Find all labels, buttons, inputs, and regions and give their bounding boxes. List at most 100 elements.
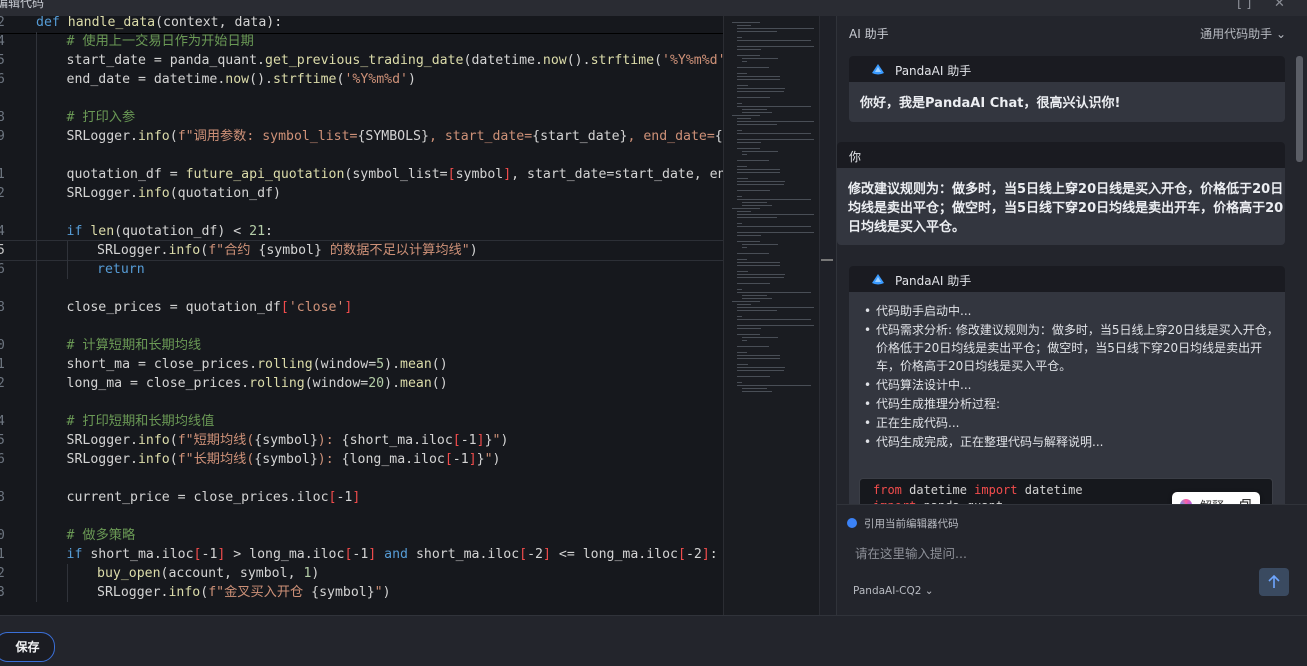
checkbox-checked-icon[interactable] (847, 518, 857, 528)
minimap-line (737, 124, 777, 126)
code-line[interactable]: 2 def handle_data(context, data): (0, 16, 723, 32)
code-line[interactable] (0, 507, 723, 526)
editor-scrollbar[interactable] (819, 16, 833, 615)
minimap-line (737, 73, 747, 75)
question-input[interactable]: 请在这里输入提问... (855, 543, 967, 562)
minimap-line (742, 58, 778, 60)
code-line[interactable]: 3 SRLogger.info(f"金叉买入开仓 {symbol}") (0, 583, 723, 602)
list-item: 代码生成完成，正在整理代码与解释说明... (860, 433, 1280, 451)
assistant-message: PandaAI 助手 代码助手启动中... 代码需求分析: 修改建议规则为：做多… (849, 266, 1285, 504)
code-text: # 做多策略 (66, 528, 136, 543)
minimap-line (737, 310, 777, 312)
code-editor[interactable]: 2 def handle_data(context, data): 4 # 使用上一交… (0, 16, 723, 615)
code-line[interactable]: 8 # 打印入参 (0, 108, 723, 127)
indent-guide (36, 431, 37, 450)
minimap-line (737, 28, 814, 30)
code-line[interactable] (0, 89, 723, 108)
code-line[interactable] (0, 469, 723, 488)
line-number: 1 (0, 547, 5, 562)
code-line[interactable]: 6 return (0, 260, 723, 279)
minimap-line (742, 112, 772, 114)
code-line[interactable]: 2 SRLogger.info(quotation_df) (0, 184, 723, 203)
close-icon[interactable]: ✕ (1274, 0, 1285, 11)
indent-guide (36, 260, 37, 279)
editor-minimap[interactable] (723, 16, 819, 615)
code-line[interactable]: 6 SRLogger.info(f"长期均线({symbol}): {long_m… (0, 450, 723, 469)
send-button[interactable] (1259, 568, 1289, 596)
minimap-line (737, 103, 743, 105)
chat-messages[interactable]: PandaAI 助手 你好，我是PandaAI Chat，很高兴认识你! 你 修… (837, 50, 1297, 504)
line-number: 9 (0, 129, 5, 144)
minimap-line (737, 241, 761, 243)
code-text: # 打印入参 (66, 110, 136, 125)
explain-button[interactable]: 解释 (1200, 497, 1224, 504)
code-line[interactable]: 2 buy_open(account, symbol, 1) (0, 564, 723, 583)
indent-guide (36, 279, 37, 298)
code-line[interactable]: 0 # 计算短期和长期均线 (0, 336, 723, 355)
minimap-line (742, 202, 768, 204)
code-line[interactable]: 4 # 使用上一交易日作为开始日期 (0, 32, 723, 51)
minimap-line (737, 304, 751, 306)
window-title: 编辑代码 (0, 0, 45, 10)
indent-guide (36, 108, 37, 127)
minimap-line (737, 133, 811, 135)
indent-guide (66, 241, 68, 260)
code-line[interactable] (0, 317, 723, 336)
list-item: 代码生成推理分析过程: (860, 395, 1280, 413)
minimap-line (737, 88, 785, 90)
code-line[interactable]: 5 SRLogger.info(f"合约 {symbol} 的数据不足以计算均线"… (0, 240, 723, 261)
minimap-line (737, 118, 751, 120)
maximize-icon[interactable]: [ ] (1237, 0, 1251, 11)
assistant-mode-label: 通用代码助手 (1200, 27, 1273, 41)
message-text: 你好，我是PandaAI Chat，很高兴认识你! (860, 96, 1121, 111)
code-line[interactable]: 4 # 打印短期和长期均线值 (0, 412, 723, 431)
indent-guide (36, 583, 37, 602)
bottom-bar: 保存 (0, 615, 1307, 666)
minimap-line (737, 370, 784, 372)
code-line[interactable] (0, 279, 723, 298)
minimap-line (737, 196, 743, 198)
message-text-line: 修改建议规则为：做多时，当5日线上穿20日线是买入开仓，价格低于20日 (848, 182, 1284, 197)
code-line[interactable]: 5 start_date = panda_quant.get_previous_t… (0, 51, 723, 70)
list-item: 代码需求分析: 修改建议规则为：做多时，当5日线上穿20日线是买入开仓，价格低于… (860, 321, 1280, 375)
minimap-line (737, 67, 770, 69)
code-line[interactable]: 8 close_prices = quotation_df['close'] (0, 298, 723, 317)
model-select[interactable]: PandaAI-CQ2 ⌄ (853, 585, 934, 597)
line-number: 1 (0, 357, 5, 372)
minimap-line (737, 130, 743, 132)
code-line[interactable]: 1 short_ma = close_prices.rolling(window=… (0, 355, 723, 374)
line-number: 2 (0, 186, 5, 201)
minimap-line (737, 85, 748, 87)
indent-guide (36, 564, 37, 583)
assistant-mode-select[interactable]: 通用代码助手 ⌄ (1200, 25, 1286, 42)
minimap-line (737, 262, 781, 264)
assistant-message: PandaAI 助手 你好，我是PandaAI Chat，很高兴认识你! (849, 56, 1285, 122)
minimap-line (737, 142, 762, 144)
line-number: 8 (0, 490, 5, 505)
line-number: 6 (0, 72, 5, 87)
save-button[interactable]: 保存 (0, 632, 55, 662)
code-line[interactable]: 8 current_price = close_prices.iloc[-1] (0, 488, 723, 507)
code-line[interactable] (0, 146, 723, 165)
code-line[interactable]: 9 SRLogger.info(f"调用参数: symbol_list={SYMB… (0, 127, 723, 146)
minimap-line (737, 55, 761, 57)
code-line[interactable] (0, 393, 723, 412)
code-line[interactable]: 1 quotation_df = future_api_quotation(sym… (0, 165, 723, 184)
code-text: SRLogger.info(f"短期均线({symbol}): {short_m… (66, 433, 509, 448)
code-line[interactable]: 6 end_date = datetime.now().strftime('%Y%… (0, 70, 723, 89)
code-text: current_price = close_prices.iloc[-1] (66, 490, 361, 505)
code-line: from datetime import datetime (873, 483, 1083, 497)
minimap-line (737, 169, 781, 171)
minimap-line (742, 295, 768, 297)
chat-scrollbar[interactable] (1296, 56, 1303, 162)
indent-guide (36, 526, 37, 545)
code-line[interactable]: 2 long_ma = close_prices.rolling(window=2… (0, 374, 723, 393)
code-line[interactable] (0, 203, 723, 222)
code-line[interactable]: 5 SRLogger.info(f"短期均线({symbol}): {short_… (0, 431, 723, 450)
code-actions: 解释 (1172, 492, 1260, 504)
code-line[interactable]: 4 if len(quotation_df) < 21: (0, 222, 723, 241)
code-line[interactable]: 0 # 做多策略 (0, 526, 723, 545)
code-line[interactable]: 1 if short_ma.iloc[-1] > long_ma.iloc[-1]… (0, 545, 723, 564)
line-number: 1 (0, 167, 5, 182)
code-text: close_prices = quotation_df['close'] (66, 300, 353, 315)
